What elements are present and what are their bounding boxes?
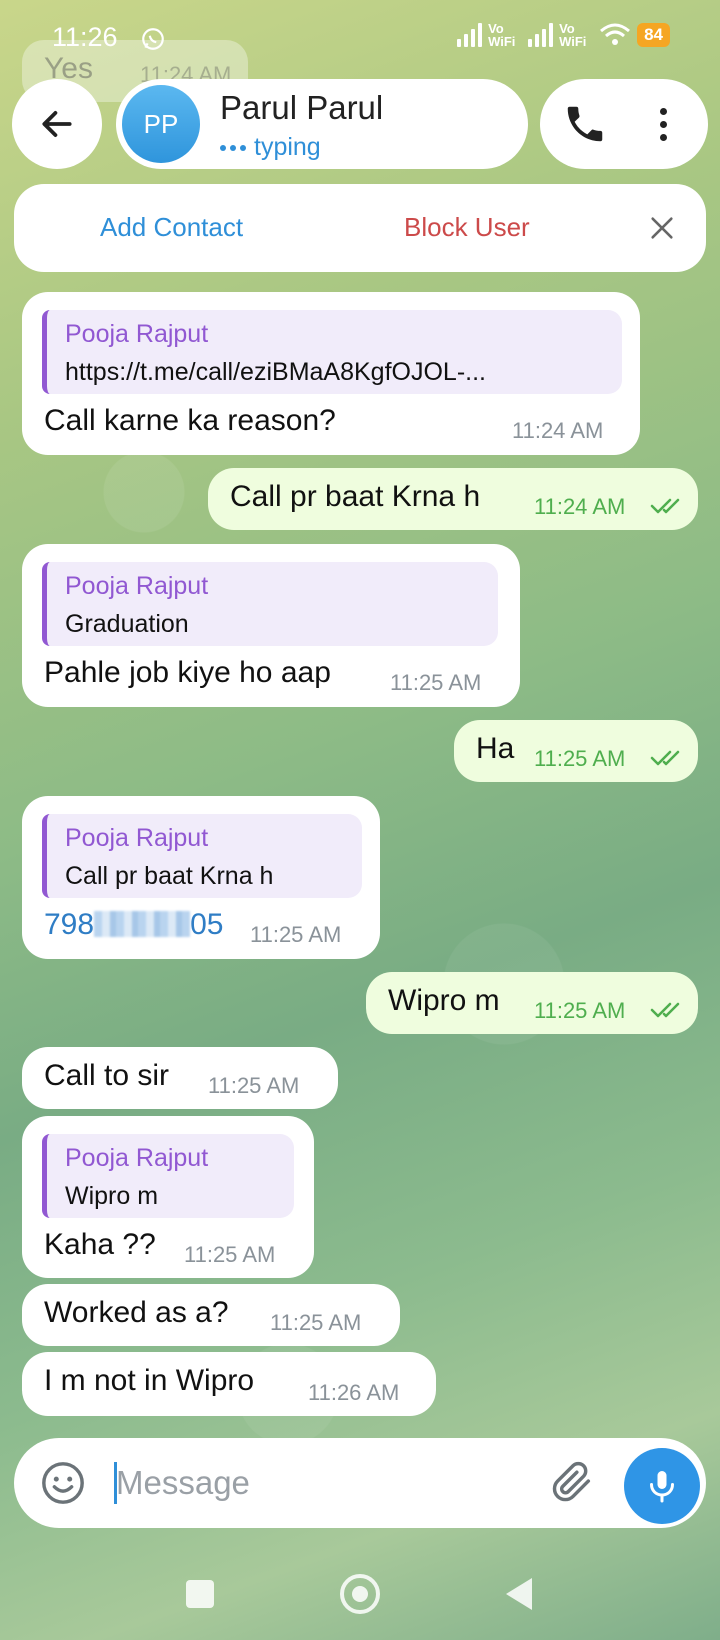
home-button[interactable] (340, 1574, 380, 1614)
message-text: Pahle job kiye ho aap (44, 656, 331, 689)
message-bubble[interactable]: I m not in Wipro 11:26 AM (22, 1352, 436, 1416)
voice-record-button[interactable] (624, 1448, 700, 1524)
arrow-left-icon (42, 111, 72, 137)
typing-label: typing (254, 133, 321, 161)
message-time: 11:24 AM (512, 418, 604, 443)
message-bubble[interactable]: Pooja Rajput https://t.me/call/eziBMaA8K… (22, 292, 640, 455)
message-text: I m not in Wipro (44, 1364, 255, 1397)
battery-indicator: 84 (637, 23, 670, 47)
message-text: Call pr baat Krna h (230, 480, 481, 513)
phone-number-suffix: 05 (190, 908, 224, 941)
close-icon[interactable] (648, 214, 676, 242)
message-bubble[interactable]: Wipro m 11:25 AM (366, 972, 698, 1034)
quote-sender: Pooja Rajput (65, 572, 209, 600)
phone-number-prefix: 798 (44, 908, 95, 941)
message-text: Call karne ka reason? (44, 404, 336, 437)
message-bubble[interactable]: Pooja Rajput Call pr baat Krna h 798 05 1… (22, 796, 380, 959)
quote-sender: Pooja Rajput (65, 1144, 209, 1172)
message-bubble[interactable]: Call to sir 11:25 AM (22, 1047, 338, 1109)
redacted-digits (94, 911, 191, 937)
message-bubble[interactable]: Pooja Rajput Wipro m Kaha ?? 11:25 AM (22, 1116, 314, 1278)
contact-action-bar: Add Contact Block User (14, 184, 706, 272)
message-bubble[interactable]: Worked as a? 11:25 AM (22, 1284, 400, 1346)
message-time: 11:25 AM (208, 1073, 300, 1098)
message-bubble[interactable]: Pooja Rajput Graduation Pahle job kiye h… (22, 544, 520, 707)
more-vertical-icon[interactable] (640, 101, 686, 147)
message-text: Ha (476, 732, 515, 765)
message-time: 11:25 AM (184, 1242, 276, 1267)
message-time: 11:26 AM (308, 1380, 400, 1405)
microphone-icon (650, 1471, 674, 1503)
typing-status: typing (220, 133, 321, 162)
reply-quote[interactable]: Pooja Rajput https://t.me/call/eziBMaA8K… (42, 310, 622, 394)
wifi-icon (600, 23, 631, 45)
header-actions (540, 79, 708, 169)
message-input[interactable] (116, 1454, 516, 1512)
add-contact-button[interactable]: Add Contact (100, 212, 243, 243)
message-text: Worked as a? (44, 1296, 229, 1329)
message-time: 11:25 AM (534, 746, 626, 771)
chat-title[interactable]: PP Parul Parul typing (116, 79, 528, 169)
vowifi-label: Vo WiFi (488, 21, 516, 49)
quote-text: Call pr baat Krna h (65, 862, 274, 890)
reply-quote[interactable]: Pooja Rajput Call pr baat Krna h (42, 814, 362, 898)
quote-text: Graduation (65, 610, 189, 638)
read-ticks-icon (650, 498, 680, 514)
message-time: 11:25 AM (390, 670, 482, 695)
quote-text: Wipro m (65, 1182, 159, 1210)
message-composer (14, 1438, 706, 1528)
message-text: Wipro m (388, 984, 500, 1017)
signal-icon (528, 23, 554, 47)
message-time: 11:25 AM (250, 922, 342, 947)
message-time: 11:25 AM (270, 1310, 362, 1335)
message-time: 11:24 AM (534, 494, 626, 519)
reply-quote[interactable]: Pooja Rajput Graduation (42, 562, 498, 646)
smile-icon[interactable] (40, 1460, 86, 1506)
typing-dots-icon (220, 144, 246, 151)
vowifi-label: Vo WiFi (559, 21, 587, 49)
quote-text: https://t.me/call/eziBMaA8KgfOJOL-... (65, 358, 486, 386)
block-user-button[interactable]: Block User (404, 212, 530, 243)
message-text: Call to sir (44, 1059, 170, 1092)
recents-button[interactable] (186, 1580, 214, 1608)
reply-quote[interactable]: Pooja Rajput Wipro m (42, 1134, 294, 1218)
contact-name: Parul Parul (220, 89, 384, 126)
read-ticks-icon (650, 1002, 680, 1018)
read-ticks-icon (650, 750, 680, 766)
message-text: Kaha ?? (44, 1228, 156, 1261)
avatar[interactable]: PP (122, 85, 200, 163)
message-time: 11:25 AM (534, 998, 626, 1023)
message-bubble[interactable]: Call pr baat Krna h 11:24 AM (208, 468, 698, 530)
phone-number-link[interactable]: 798 05 (44, 908, 223, 942)
quote-sender: Pooja Rajput (65, 824, 209, 852)
paperclip-icon[interactable] (550, 1460, 596, 1506)
system-back-button[interactable] (506, 1578, 532, 1610)
message-bubble[interactable]: Ha 11:25 AM (454, 720, 698, 782)
quote-sender: Pooja Rajput (65, 320, 209, 348)
phone-icon[interactable] (562, 101, 608, 147)
back-button[interactable] (12, 79, 102, 169)
signal-icon (457, 23, 483, 47)
